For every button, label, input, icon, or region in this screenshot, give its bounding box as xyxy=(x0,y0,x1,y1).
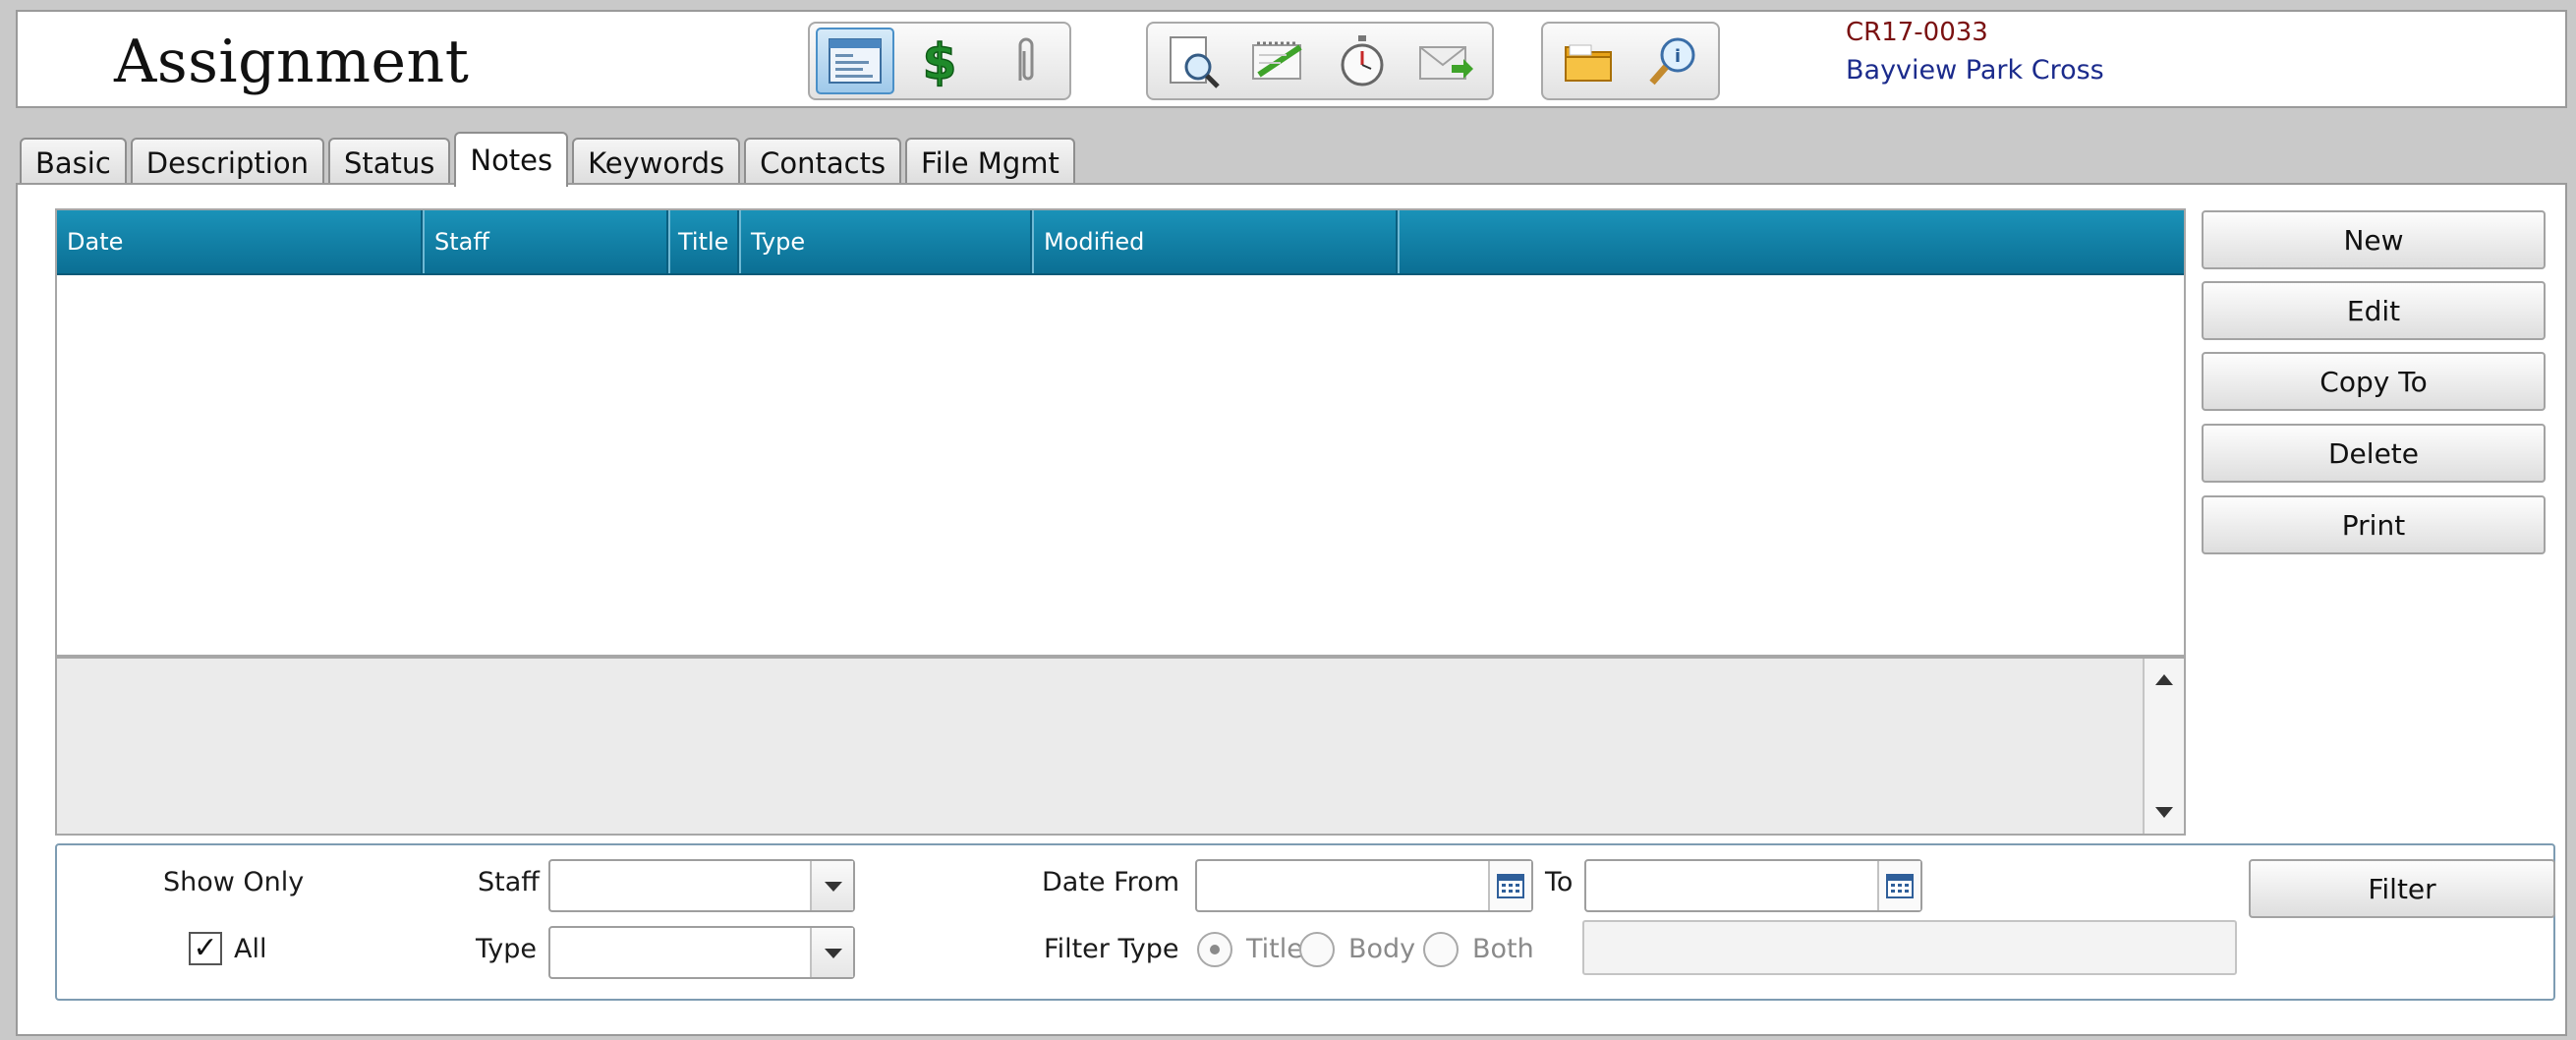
tab-notes[interactable]: Notes xyxy=(454,132,569,187)
svg-text:$: $ xyxy=(923,33,957,90)
window-icon[interactable] xyxy=(816,28,894,94)
date-from-label: Date From xyxy=(1042,867,1180,897)
toolbar-group-1: $ xyxy=(808,22,1071,100)
notes-panel: Date Staff Title Type Modified New Edit … xyxy=(16,183,2567,1036)
page-title: Assignment xyxy=(114,28,470,96)
tab-keywords[interactable]: Keywords xyxy=(572,138,741,187)
calendar-icon[interactable] xyxy=(1488,861,1531,910)
chevron-down-icon[interactable] xyxy=(810,928,853,977)
column-header-title[interactable]: Title xyxy=(670,210,741,273)
tab-description[interactable]: Description xyxy=(130,138,324,187)
scroll-down-icon[interactable] xyxy=(2155,807,2173,818)
filter-text-input[interactable] xyxy=(1582,920,2237,975)
header-bar: Assignment $ i CR17-0033 Bayview Park Cr… xyxy=(16,10,2567,108)
filter-type-both-radio[interactable] xyxy=(1423,932,1459,967)
filter-type-label: Filter Type xyxy=(1044,934,1179,964)
preview-scrollbar[interactable] xyxy=(2143,659,2184,834)
tab-bar: Basic Description Status Notes Keywords … xyxy=(20,132,1075,187)
calendar-icon[interactable] xyxy=(1877,861,1920,910)
toolbar-group-3: i xyxy=(1541,22,1720,100)
staff-dropdown[interactable] xyxy=(548,859,855,912)
column-header-staff[interactable]: Staff xyxy=(425,210,670,273)
date-from-input[interactable] xyxy=(1195,859,1533,912)
staff-label: Staff xyxy=(478,867,540,897)
filter-type-body-radio[interactable] xyxy=(1299,932,1335,967)
case-number: CR17-0033 xyxy=(1846,18,1988,47)
grid-header: Date Staff Title Type Modified xyxy=(57,210,2184,275)
tab-basic[interactable]: Basic xyxy=(20,138,127,187)
column-header-modified[interactable]: Modified xyxy=(1034,210,1400,273)
filter-panel: Show Only ✓ All Staff Type Date From To … xyxy=(55,843,2555,1001)
filter-type-title-radio[interactable] xyxy=(1197,932,1232,967)
new-button[interactable]: New xyxy=(2202,210,2546,269)
column-header-date[interactable]: Date xyxy=(57,210,425,273)
folder-icon[interactable] xyxy=(1549,28,1628,94)
show-only-label: Show Only xyxy=(163,867,305,897)
svg-text:i: i xyxy=(1675,46,1681,67)
edit-button[interactable]: Edit xyxy=(2202,281,2546,340)
chevron-down-icon[interactable] xyxy=(810,861,853,910)
type-dropdown[interactable] xyxy=(548,926,855,979)
filter-type-title-label: Title xyxy=(1246,934,1303,964)
mail-forward-icon[interactable] xyxy=(1407,28,1486,94)
paperclip-icon[interactable] xyxy=(985,28,1063,94)
filter-type-both-label: Both xyxy=(1472,934,1534,964)
stopwatch-icon[interactable] xyxy=(1323,28,1402,94)
type-label: Type xyxy=(476,934,538,964)
checkmark-icon: ✓ xyxy=(193,931,218,965)
dollar-icon[interactable]: $ xyxy=(900,28,979,94)
tab-contacts[interactable]: Contacts xyxy=(744,138,902,187)
scroll-up-icon[interactable] xyxy=(2155,674,2173,685)
note-preview-pane[interactable] xyxy=(55,657,2186,836)
all-label: All xyxy=(234,934,267,964)
column-header-type[interactable]: Type xyxy=(741,210,1034,273)
magnifier-info-icon[interactable]: i xyxy=(1633,28,1712,94)
tab-status[interactable]: Status xyxy=(327,138,451,187)
notepad-icon[interactable] xyxy=(1238,28,1317,94)
copy-to-button[interactable]: Copy To xyxy=(2202,352,2546,411)
date-to-input[interactable] xyxy=(1584,859,1922,912)
to-label: To xyxy=(1545,867,1574,897)
case-name: Bayview Park Cross xyxy=(1846,55,2104,86)
notes-grid[interactable]: Date Staff Title Type Modified xyxy=(55,208,2186,657)
filter-type-body-label: Body xyxy=(1348,934,1416,964)
print-button[interactable]: Print xyxy=(2202,495,2546,554)
toolbar-group-2 xyxy=(1146,22,1494,100)
column-header-filler xyxy=(1400,210,2184,273)
delete-button[interactable]: Delete xyxy=(2202,424,2546,483)
all-checkbox[interactable]: ✓ xyxy=(189,932,222,965)
tab-file-mgmt[interactable]: File Mgmt xyxy=(905,138,1075,187)
filter-button[interactable]: Filter xyxy=(2249,859,2555,918)
document-search-icon[interactable] xyxy=(1154,28,1232,94)
